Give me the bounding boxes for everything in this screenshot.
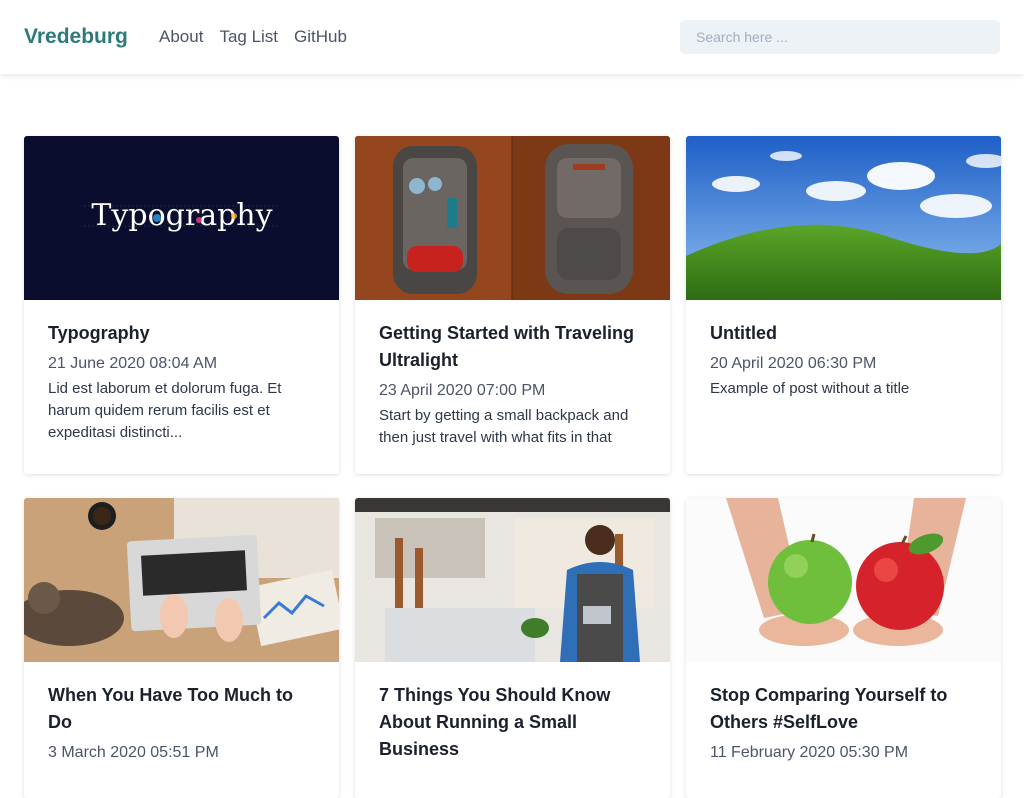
post-card-body: 7 Things You Should Know About Running a…	[355, 662, 670, 779]
post-grid: Typography Typography 21 June 2020 08:04…	[24, 136, 1001, 798]
site-header: Vredeburg About Tag List GitHub	[0, 0, 1024, 74]
post-thumbnail-shop-owner	[355, 498, 670, 662]
post-card-small-business[interactable]: 7 Things You Should Know About Running a…	[355, 498, 670, 798]
brand-logo[interactable]: Vredeburg	[24, 25, 128, 49]
post-title[interactable]: When You Have Too Much to Do	[48, 682, 315, 736]
post-title[interactable]: 7 Things You Should Know About Running a…	[379, 682, 646, 763]
typography-thumb-text: Typography	[91, 198, 272, 233]
nav-tag-list[interactable]: Tag List	[219, 27, 278, 47]
post-excerpt: Lid est laborum et dolorum fuga. Et haru…	[48, 380, 282, 441]
post-excerpt: Start by getting a small backpack and th…	[379, 407, 629, 446]
post-card-body: Typography 21 June 2020 08:04 AM Lid est…	[24, 300, 339, 460]
post-thumbnail-apples	[686, 498, 1001, 662]
post-card-typography[interactable]: Typography Typography 21 June 2020 08:04…	[24, 136, 339, 474]
search-input[interactable]	[680, 20, 1000, 54]
post-card-body: Stop Comparing Yourself to Others #SelfL…	[686, 662, 1001, 781]
post-date: 11 February 2020 05:30 PM	[710, 744, 909, 761]
post-date: 20 April 2020 06:30 PM	[710, 355, 877, 372]
post-thumbnail-backpacks	[355, 136, 670, 300]
post-card-body: When You Have Too Much to Do 3 March 202…	[24, 662, 339, 781]
post-card-untitled[interactable]: Untitled 20 April 2020 06:30 PM Example …	[686, 136, 1001, 474]
post-title[interactable]: Stop Comparing Yourself to Others #SelfL…	[710, 682, 977, 736]
post-excerpt: Example of post without a title	[710, 380, 910, 397]
post-card-body: Untitled 20 April 2020 06:30 PM Example …	[686, 300, 1001, 416]
main-nav: About Tag List GitHub	[159, 27, 347, 47]
post-thumbnail-typography: Typography	[24, 136, 339, 300]
post-title[interactable]: Getting Started with Traveling Ultraligh…	[379, 320, 646, 374]
nav-about[interactable]: About	[159, 27, 203, 47]
post-card-body: Getting Started with Traveling Ultraligh…	[355, 300, 670, 465]
nav-github[interactable]: GitHub	[294, 27, 347, 47]
post-thumbnail-green-hill	[686, 136, 1001, 300]
post-title[interactable]: Typography	[48, 320, 315, 347]
post-card-stop-comparing[interactable]: Stop Comparing Yourself to Others #SelfL…	[686, 498, 1001, 798]
post-card-too-much-to-do[interactable]: When You Have Too Much to Do 3 March 202…	[24, 498, 339, 798]
post-title[interactable]: Untitled	[710, 320, 977, 347]
post-date: 21 June 2020 08:04 AM	[48, 355, 218, 372]
post-date: 3 March 2020 05:51 PM	[48, 744, 219, 761]
post-date: 23 April 2020 07:00 PM	[379, 382, 546, 399]
post-thumbnail-laptop-desk	[24, 498, 339, 662]
post-card-traveling-ultralight[interactable]: Getting Started with Traveling Ultraligh…	[355, 136, 670, 474]
